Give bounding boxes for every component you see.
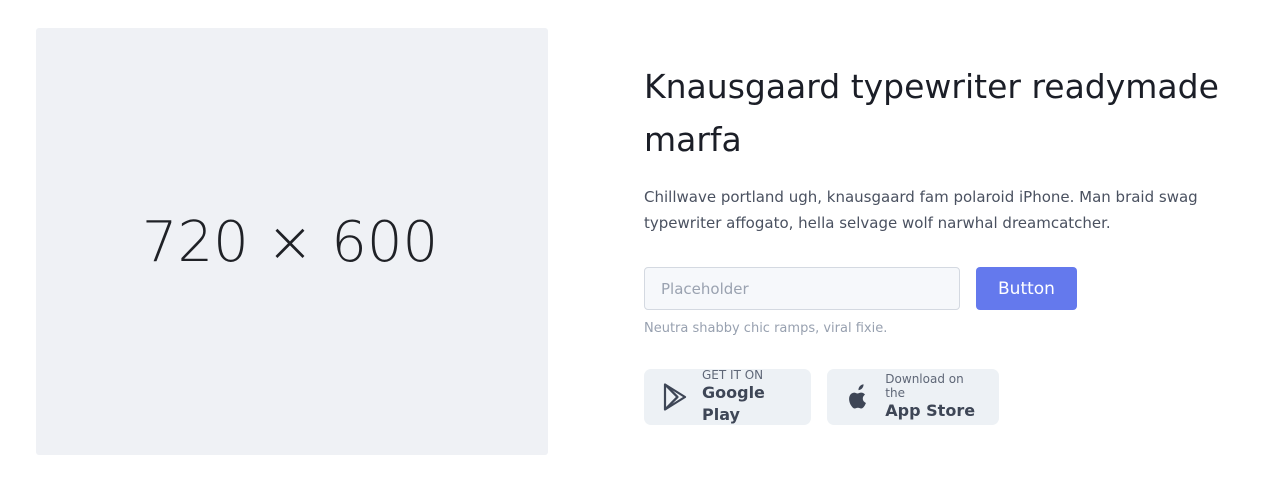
signup-form: Button (644, 267, 1264, 310)
google-play-large-label: Google Play (702, 383, 765, 424)
google-play-button[interactable]: GET IT ON Google Play (644, 368, 811, 426)
google-play-small-label: GET IT ON (702, 368, 764, 382)
placeholder-image: 720 × 600 (36, 28, 548, 455)
text-input[interactable] (644, 267, 960, 310)
placeholder-image-label: 720 × 600 (141, 210, 439, 275)
hero-description: Chillwave portland ugh, knausgaard fam p… (644, 188, 1198, 232)
apple-icon (845, 383, 871, 411)
google-play-icon (662, 383, 688, 411)
submit-button[interactable]: Button (976, 267, 1077, 310)
hero-section: 720 × 600 Knausgaard typewriter readymad… (0, 0, 1270, 496)
app-store-small-label: Download on the (885, 372, 964, 400)
app-store-button[interactable]: Download on the App Store (827, 369, 999, 425)
helper-text: Neutra shabby chic ramps, viral fixie. (644, 321, 888, 336)
google-play-text: GET IT ON Google Play (702, 368, 793, 426)
app-store-text: Download on the App Store (885, 372, 981, 422)
store-buttons: GET IT ON Google Play Download on the Ap… (644, 368, 1264, 426)
hero-title: Knausgaard typewriter readymade marfa (644, 67, 1219, 159)
hero-content: Knausgaard typewriter readymade marfa Ch… (644, 60, 1264, 425)
app-store-large-label: App Store (885, 401, 976, 420)
